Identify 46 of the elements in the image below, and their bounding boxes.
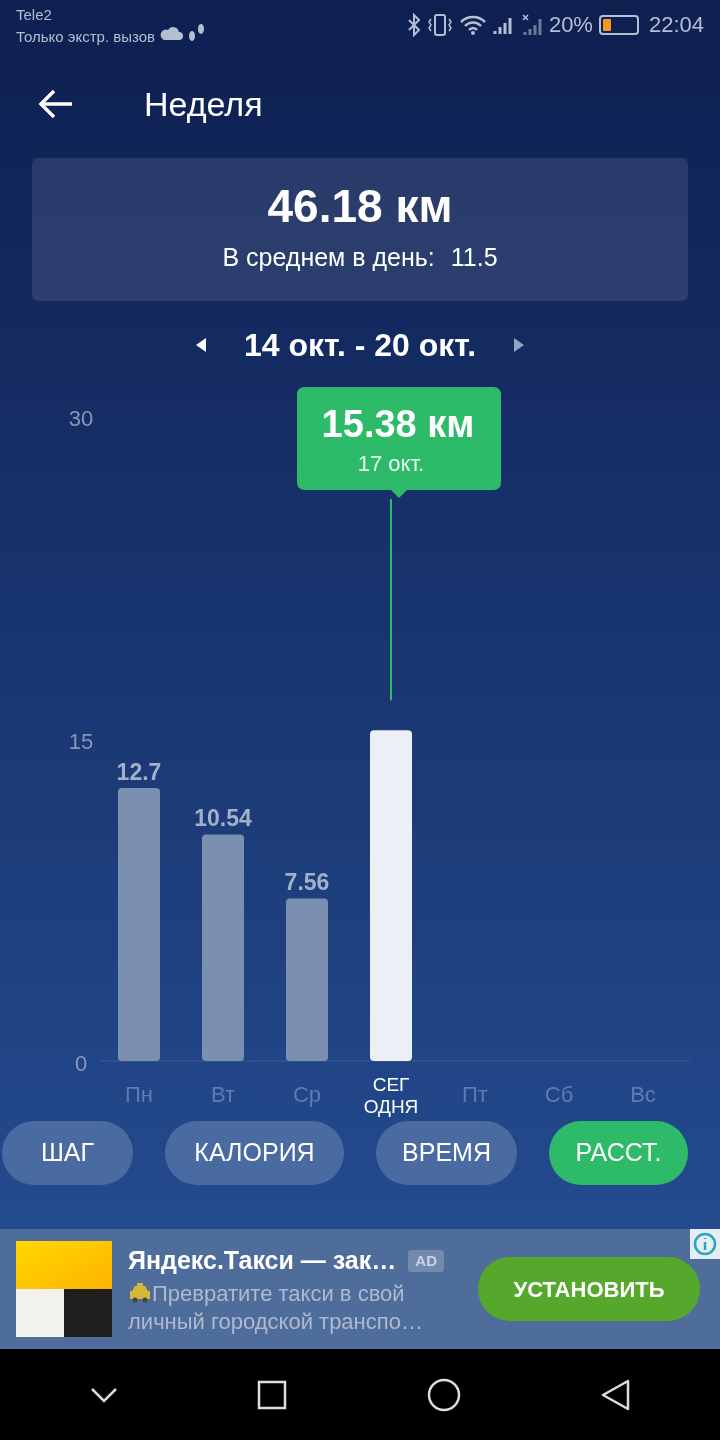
back-icon[interactable] [600, 1378, 631, 1411]
metric-tab[interactable]: КАЛОРИЯ [165, 1121, 344, 1185]
back-arrow-icon[interactable] [38, 89, 74, 119]
install-button[interactable]: УСТАНОВИТЬ [478, 1257, 700, 1321]
wifi-icon [458, 13, 487, 36]
axis-tick-label: 0 [74, 1051, 88, 1076]
signal-icon [520, 12, 543, 37]
total-distance: 46.18 км [267, 182, 453, 229]
ad-text: Превратите такси в свой личный городской транспо… [128, 1279, 424, 1336]
ad-badge: AD [408, 1249, 444, 1273]
day-label: Пт [462, 1082, 488, 1107]
day-label: Вс [630, 1082, 656, 1107]
carrier-name: Tele2 [16, 5, 53, 25]
next-arrow-icon[interactable] [512, 338, 524, 352]
bar-value-label: 10.54 [194, 805, 252, 832]
network-status: Только экстр. вызов [16, 27, 155, 47]
average-value: 11.5 [450, 241, 498, 273]
clock: 22:04 [648, 11, 704, 39]
hide-keyboard-icon[interactable] [89, 1386, 118, 1403]
day-label: Сб [544, 1082, 574, 1107]
bar-value-label: 12.7 [116, 758, 162, 785]
ad-title: Яндекс.Такси — зак… [128, 1245, 397, 1277]
cloud-icon [159, 26, 183, 40]
day-label: Пн [125, 1082, 153, 1107]
battery-percent: 20% [548, 11, 593, 39]
metric-tab[interactable]: ШАГ [2, 1121, 133, 1185]
axis-tick-label: 15 [68, 728, 94, 754]
taxi-icon [128, 1281, 152, 1304]
date-range: 14 окт. - 20 окт. [244, 326, 476, 365]
bluetooth-icon [406, 12, 421, 37]
vibrate-icon [426, 12, 453, 37]
previous-arrow-icon[interactable] [196, 338, 208, 352]
axis-tick-label: 30 [68, 406, 94, 431]
home-icon[interactable] [426, 1377, 461, 1412]
bar-value-label: 7.56 [284, 869, 330, 896]
value-tooltip: 15.38 км 17 окт. [297, 387, 501, 498]
taxi-logo-icon [16, 1241, 112, 1337]
footprints-icon [187, 22, 207, 44]
day-label: Вт [211, 1082, 235, 1107]
day-label: СЕГОДНЯ [363, 1074, 419, 1117]
average-label: В среднем в день: [222, 241, 435, 273]
metric-tab[interactable]: ВРЕМЯ [376, 1121, 517, 1185]
battery-icon [598, 14, 639, 35]
day-label: Ср [292, 1082, 322, 1107]
screen-title: Неделя [144, 83, 263, 125]
recents-icon[interactable] [257, 1379, 288, 1410]
